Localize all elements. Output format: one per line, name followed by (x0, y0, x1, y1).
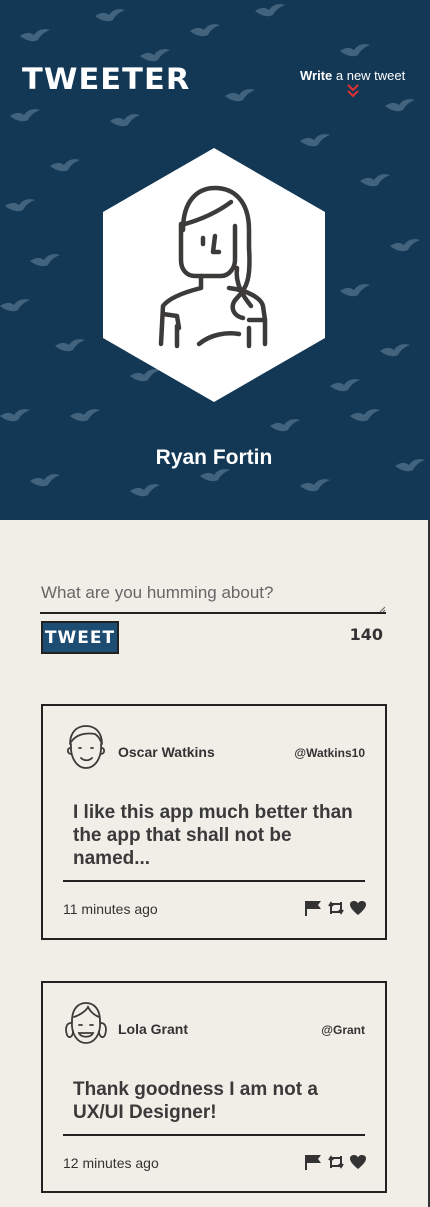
tweet-timestamp: 11 minutes ago (63, 901, 158, 917)
tweet-card: Oscar Watkins @Watkins10 I like this app… (41, 704, 387, 940)
tweet-text: Thank goodness I am not a UX/UI Designer… (73, 1079, 318, 1123)
write-link-bold: Write (300, 68, 333, 83)
tweet-author-handle[interactable]: @Grant (321, 1023, 365, 1037)
retweet-icon[interactable] (327, 1154, 345, 1170)
double-chevron-down-icon[interactable] (347, 84, 359, 98)
tweet-author-name[interactable]: Lola Grant (118, 1021, 188, 1037)
heart-icon[interactable] (349, 900, 367, 916)
tweet-card: Lola Grant @Grant Thank goodness I am no… (41, 981, 387, 1193)
tweet-divider (63, 1134, 365, 1136)
character-counter: 140 (349, 625, 383, 644)
tweet-actions (305, 900, 367, 916)
tweet-author-handle[interactable]: @Watkins10 (294, 746, 365, 760)
write-new-tweet-link[interactable]: Write a new tweet (300, 68, 405, 83)
tweet-divider (63, 880, 365, 882)
boy-avatar-icon (66, 725, 106, 769)
retweet-icon[interactable] (327, 900, 345, 916)
profile-avatar (103, 148, 325, 402)
tweet-compose-input[interactable] (40, 578, 386, 614)
tweet-text: I like this app much better than the app… (73, 802, 353, 869)
tweet-button[interactable]: TWEET (41, 621, 119, 654)
girl-avatar-icon (65, 1002, 107, 1044)
resize-handle-icon[interactable] (379, 606, 386, 613)
write-link-text: a new tweet (332, 68, 406, 83)
tweet-timestamp: 12 minutes ago (63, 1155, 159, 1171)
profile-name: Ryan Fortin (155, 446, 273, 469)
flag-icon[interactable] (305, 900, 323, 916)
profile-header: TWEETER Write a new tweet Ryan Fortin (0, 0, 430, 520)
tweet-actions (305, 1154, 367, 1170)
tweet-author-name[interactable]: Oscar Watkins (118, 744, 215, 760)
flag-icon[interactable] (305, 1154, 323, 1170)
app-logo[interactable]: TWEETER (22, 62, 190, 96)
heart-icon[interactable] (349, 1154, 367, 1170)
